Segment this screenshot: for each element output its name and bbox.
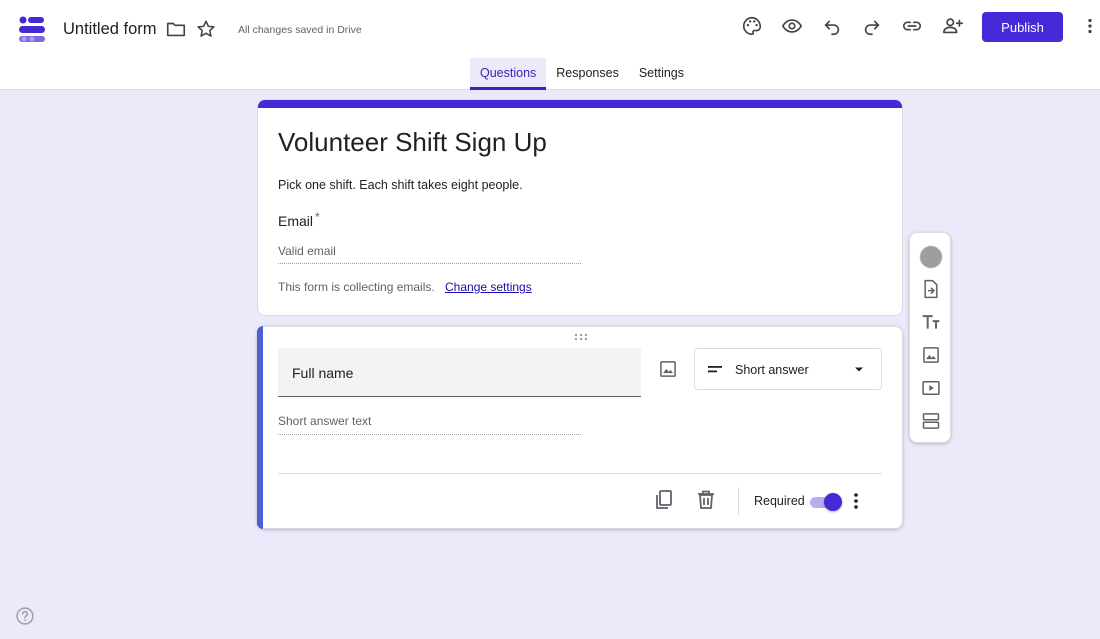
drag-handle-icon[interactable] <box>574 333 588 341</box>
tab-settings[interactable]: Settings <box>629 58 694 90</box>
floating-toolbar <box>909 232 951 443</box>
import-questions-icon[interactable] <box>921 279 941 299</box>
document-title[interactable]: Untitled form <box>63 18 157 40</box>
star-icon[interactable] <box>195 18 219 42</box>
folder-icon[interactable] <box>165 18 189 42</box>
app-header: Untitled form All changes saved in Drive… <box>0 0 1100 90</box>
more-options-icon[interactable] <box>852 491 860 511</box>
add-section-icon[interactable] <box>921 411 941 431</box>
eye-icon[interactable] <box>781 15 805 39</box>
toggle-knob <box>824 493 842 511</box>
link-icon[interactable] <box>901 15 925 39</box>
question-card[interactable]: Full name Short answer Short answer text… <box>257 326 903 529</box>
add-question-icon[interactable] <box>919 245 943 269</box>
add-collaborator-icon[interactable] <box>941 15 965 39</box>
accent-band <box>258 100 902 108</box>
question-type-label: Short answer <box>735 363 809 377</box>
required-label: Required <box>754 494 805 508</box>
add-title-icon[interactable] <box>921 312 941 332</box>
change-settings-link[interactable]: Change settings <box>445 280 532 294</box>
help-icon[interactable] <box>15 606 35 626</box>
add-image-icon[interactable] <box>921 345 941 365</box>
delete-icon[interactable] <box>696 489 716 511</box>
required-toggle[interactable] <box>810 493 844 511</box>
question-title-input[interactable]: Full name <box>278 348 641 397</box>
add-image-icon[interactable] <box>658 359 678 379</box>
form-title[interactable]: Volunteer Shift Sign Up <box>278 126 547 158</box>
save-status: All changes saved in Drive <box>238 24 362 36</box>
undo-icon[interactable] <box>821 15 845 39</box>
active-card-indicator <box>257 326 263 529</box>
divider <box>278 473 882 474</box>
add-video-icon[interactable] <box>921 378 941 398</box>
separator <box>738 487 739 515</box>
question-type-select[interactable]: Short answer <box>694 348 882 390</box>
duplicate-icon[interactable] <box>654 489 674 511</box>
collecting-emails-note: This form is collecting emails. <box>278 280 435 294</box>
redo-icon[interactable] <box>861 15 885 39</box>
answer-placeholder: Short answer text <box>278 413 581 435</box>
chevron-down-icon <box>853 363 865 375</box>
tab-responses[interactable]: Responses <box>546 58 629 90</box>
email-field: Valid email <box>278 242 581 264</box>
required-marker: * <box>315 210 320 224</box>
tab-questions[interactable]: Questions <box>470 58 547 90</box>
forms-logo-icon[interactable] <box>18 14 46 44</box>
tab-bar: Questions Responses Settings <box>470 58 694 90</box>
form-header-card: Volunteer Shift Sign Up Pick one shift. … <box>257 99 903 316</box>
palette-icon[interactable] <box>741 15 765 39</box>
form-description[interactable]: Pick one shift. Each shift takes eight p… <box>278 177 523 193</box>
short-answer-icon <box>707 363 723 375</box>
more-vert-icon[interactable] <box>1080 15 1100 39</box>
email-label: Email <box>278 213 314 229</box>
publish-button[interactable]: Publish <box>982 12 1063 42</box>
